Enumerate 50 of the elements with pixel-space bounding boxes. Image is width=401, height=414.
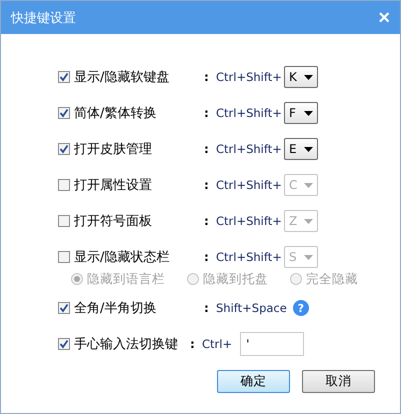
checkbox[interactable]: [58, 107, 70, 119]
checkbox[interactable]: [58, 215, 70, 227]
key-input-field[interactable]: ': [240, 332, 304, 356]
colon: :: [204, 70, 210, 84]
option-label: 打开属性设置: [74, 177, 153, 194]
key-dropdown[interactable]: Z: [284, 210, 318, 232]
key-dropdown[interactable]: E: [284, 138, 318, 160]
key-dropdown[interactable]: K: [284, 66, 318, 88]
option-label: 打开皮肤管理: [74, 141, 153, 158]
checkbox[interactable]: [58, 179, 70, 191]
option-label: 全角/半角切换: [74, 300, 158, 317]
caret-icon: [304, 146, 313, 152]
shortcut-prefix: Ctrl+Shift+: [216, 178, 283, 192]
colon: :: [204, 301, 210, 315]
shortcut-prefix: Shift+Space: [216, 301, 287, 315]
checkbox[interactable]: [58, 302, 70, 314]
key-dropdown[interactable]: F: [284, 102, 318, 124]
option-label: 打开符号面板: [74, 213, 153, 230]
option-label: 显示/隐藏软键盘: [74, 69, 170, 86]
checkbox[interactable]: [58, 338, 70, 350]
caret-icon: [304, 110, 313, 116]
option-label: 手心输入法切换键: [74, 336, 178, 353]
shortcut-prefix: Ctrl+Shift+: [216, 142, 283, 156]
colon: :: [204, 250, 210, 264]
help-icon[interactable]: ?: [292, 300, 309, 316]
checkbox[interactable]: [58, 143, 70, 155]
colon: :: [204, 178, 210, 192]
colon: :: [204, 142, 210, 156]
colon: :: [204, 106, 210, 120]
caret-icon: [304, 218, 313, 224]
option-label: 显示/隐藏状态栏: [74, 249, 170, 266]
close-button[interactable]: ×: [378, 8, 390, 28]
key-dropdown[interactable]: S: [284, 246, 318, 268]
dialog-button[interactable]: 确定: [217, 370, 290, 393]
colon: :: [190, 337, 196, 351]
shortcut-prefix: Ctrl+: [202, 337, 232, 351]
shortcut-prefix: Ctrl+Shift+: [216, 250, 283, 264]
window-title: 快捷键设置: [11, 10, 76, 26]
caret-icon: [304, 254, 313, 260]
checkbox[interactable]: [58, 251, 70, 263]
caret-icon: [304, 182, 313, 188]
checkbox[interactable]: [58, 71, 70, 83]
dialog-button[interactable]: 取消: [302, 370, 375, 393]
shortcut-prefix: Ctrl+Shift+: [216, 214, 283, 228]
caret-icon: [304, 74, 313, 80]
key-dropdown[interactable]: C: [284, 174, 318, 196]
colon: :: [204, 214, 210, 228]
shortcut-prefix: Ctrl+Shift+: [216, 106, 283, 120]
shortcut-prefix: Ctrl+Shift+: [216, 70, 283, 84]
option-label: 简体/繁体转换: [74, 105, 158, 122]
